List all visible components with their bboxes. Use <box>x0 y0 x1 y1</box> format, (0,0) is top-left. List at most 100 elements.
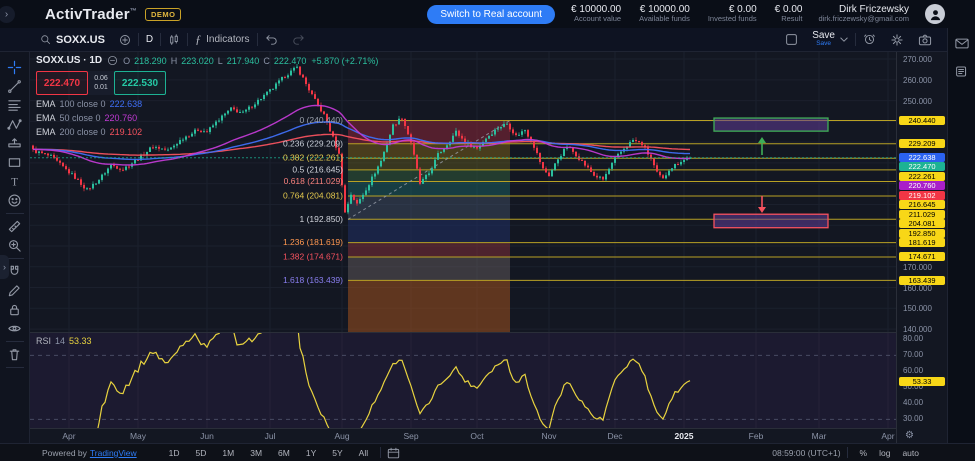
tool-hide-all[interactable] <box>4 319 26 338</box>
account-stat: € 10000.00Account value <box>571 4 621 23</box>
range-1m[interactable]: 1M <box>216 447 240 459</box>
timeframe-button[interactable]: D <box>139 28 160 51</box>
drawing-mode-icon <box>7 283 22 298</box>
rsi-tick: 40.00 <box>903 398 923 407</box>
range-3m[interactable]: 3M <box>244 447 268 459</box>
scale-mode-%[interactable]: % <box>854 447 874 459</box>
camera-icon <box>918 34 932 46</box>
range-1y[interactable]: 1Y <box>300 447 322 459</box>
user-info: Dirk Friczewsky dirk.friczewsky@gmail.co… <box>818 4 909 24</box>
tool-text[interactable]: T <box>4 172 26 191</box>
tool-fib-retracement[interactable] <box>4 96 26 115</box>
tool-remove-all[interactable] <box>4 345 26 364</box>
tool-lock-all[interactable] <box>4 300 26 319</box>
ohlc-value: 218.290 <box>134 56 167 66</box>
month-label: Dec <box>600 431 630 441</box>
person-icon <box>929 8 942 21</box>
indicator-row[interactable]: EMA50 close 0220.760 <box>36 113 378 123</box>
undo-icon <box>265 34 278 45</box>
compare-add-button[interactable] <box>112 28 138 51</box>
range-buttons: 1D 5D1M 3M 6M 1Y 5Y All <box>163 447 374 459</box>
tradingview-link[interactable]: TradingView <box>90 448 137 458</box>
tool-long-position[interactable] <box>4 134 26 153</box>
news-icon <box>955 65 968 78</box>
powered-by-label: Powered by <box>42 448 87 458</box>
tool-zoom-in[interactable] <box>4 236 26 255</box>
scale-mode-auto[interactable]: auto <box>896 447 925 459</box>
svg-text:0.5 (216.645): 0.5 (216.645) <box>292 164 343 174</box>
range-5y[interactable]: 5Y <box>326 447 348 459</box>
scale-mode-buttons: %logauto <box>854 447 925 459</box>
alert-clock-icon <box>863 33 876 46</box>
snapshot-button[interactable] <box>911 34 939 46</box>
tool-ruler[interactable] <box>4 217 26 236</box>
price-pane[interactable]: 0 (240.440)0.236 (229.209)0.382 (222.261… <box>30 52 896 332</box>
settings-button[interactable] <box>883 33 911 47</box>
toolbar-divider <box>6 213 24 214</box>
svg-text:0.618 (211.029): 0.618 (211.029) <box>284 176 344 186</box>
candlestick-icon <box>168 34 180 46</box>
price-axis[interactable]: ⚙ 270.000260.000250.000190.000170.000160… <box>896 52 946 443</box>
undo-button[interactable] <box>258 28 285 51</box>
range-6m[interactable]: 6M <box>272 447 296 459</box>
indicators-button[interactable]: ƒ Indicators <box>188 28 256 51</box>
indicator-row[interactable]: EMA100 close 0222.638 <box>36 99 378 109</box>
trend-line-icon <box>7 79 22 94</box>
layout-button[interactable] <box>778 33 805 46</box>
ohlc-key: H <box>171 56 178 66</box>
ohlc-value: 222.470 <box>274 56 307 66</box>
indicator-row[interactable]: EMA200 close 0219.102 <box>36 127 378 137</box>
range-5d[interactable]: 5D <box>190 447 213 459</box>
ohlc-key: O <box>123 56 130 66</box>
range-all[interactable]: All <box>353 447 374 459</box>
rsi-chart[interactable] <box>30 333 896 428</box>
clock[interactable]: 08:59:00 (UTC+1) <box>772 448 840 458</box>
tool-trend-line[interactable] <box>4 77 26 96</box>
stat-label: Available funds <box>639 15 690 23</box>
alert-button[interactable] <box>856 33 883 46</box>
month-label: Jun <box>192 431 222 441</box>
price-tick: 160.000 <box>903 284 932 293</box>
messages-button[interactable] <box>955 38 969 49</box>
chart-area[interactable]: 0 (240.440)0.236 (229.209)0.382 (222.261… <box>30 52 896 443</box>
switch-to-real-button[interactable]: Switch to Real account <box>427 5 555 24</box>
svg-text:1.382 (174.671): 1.382 (174.671) <box>283 252 343 262</box>
month-label: Sep <box>396 431 426 441</box>
ask-price[interactable]: 222.530 <box>114 71 166 95</box>
chart-style-button[interactable] <box>161 28 187 51</box>
ohlc-value: 223.020 <box>181 56 214 66</box>
avatar[interactable] <box>925 4 945 24</box>
rsi-pane[interactable]: RSI 14 53.33 <box>30 332 896 428</box>
tool-rectangle[interactable] <box>4 153 26 172</box>
redo-button[interactable] <box>285 28 312 51</box>
bid-price[interactable]: 222.470 <box>36 71 88 95</box>
indicator-params: 50 close 0 <box>60 113 101 123</box>
remove-all-icon <box>7 347 22 362</box>
tool-crosshair[interactable] <box>4 58 26 77</box>
quote-panel[interactable]: 222.470 0.060.01 222.530 <box>36 71 378 95</box>
price-badge: 222.261 <box>899 172 945 181</box>
price-badge: 192.850 <box>899 229 945 238</box>
collapse-legend-icon[interactable] <box>107 55 118 66</box>
range-1d[interactable]: 1D <box>163 447 186 459</box>
stat-label: Account value <box>571 15 621 23</box>
symbol-search[interactable]: SOXX.US <box>33 28 112 51</box>
time-axis[interactable]: AprMayJunJulAugSepOctNovDec2025FebMarApr <box>30 428 896 443</box>
go-to-date-button[interactable] <box>387 447 400 459</box>
trademark: ™ <box>130 8 137 15</box>
axis-settings-gear-icon[interactable]: ⚙ <box>905 430 914 441</box>
tool-xabcd-pattern[interactable] <box>4 115 26 134</box>
scale-mode-log[interactable]: log <box>873 447 896 459</box>
watchlist-expand-icon[interactable]: › <box>0 255 9 279</box>
indicator-value: 219.102 <box>110 127 143 137</box>
expand-menu-icon[interactable]: › <box>0 6 15 23</box>
month-label: May <box>123 431 153 441</box>
crosshair-icon <box>7 60 22 75</box>
month-label: Apr <box>54 431 84 441</box>
news-button[interactable] <box>955 65 968 78</box>
save-layout-button[interactable]: SaveSave <box>805 31 855 48</box>
tool-emoji[interactable] <box>4 191 26 210</box>
legend-symbol[interactable]: SOXX.US · 1D <box>36 55 102 66</box>
tool-drawing-mode[interactable] <box>4 281 26 300</box>
account-stat: € 0.00Invested funds <box>708 4 757 23</box>
